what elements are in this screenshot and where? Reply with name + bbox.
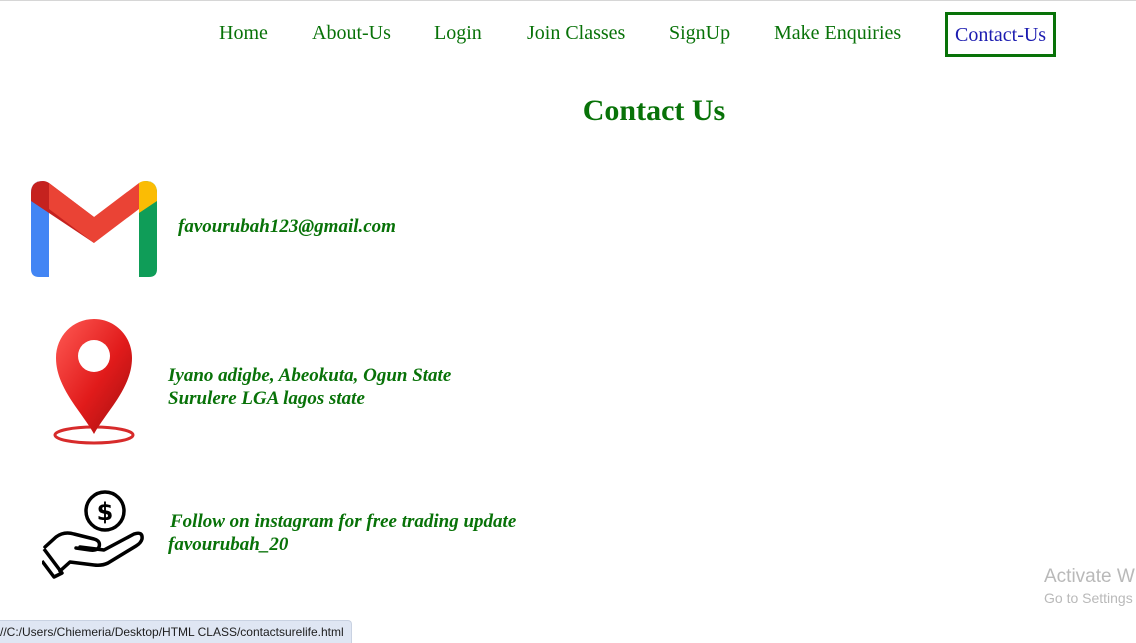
- contact-address-line2: Surulere LGA lagos state: [168, 388, 365, 409]
- gmail-icon: [31, 181, 157, 277]
- nav-about-us[interactable]: About-Us: [312, 21, 391, 45]
- svg-text:$: $: [97, 498, 114, 526]
- contact-email: favourubah123@gmail.com: [178, 216, 396, 237]
- nav-home[interactable]: Home: [219, 21, 268, 45]
- page-title: Contact Us: [582, 94, 726, 127]
- activation-watermark: Activate W Go to Settings: [1044, 565, 1135, 607]
- contact-address-line1: Iyano adigbe, Abeokuta, Ogun State: [168, 365, 452, 386]
- main-nav: Home About-Us Login Join Classes SignUp …: [0, 0, 1136, 64]
- status-bar-url: //C:/Users/Chiemeria/Desktop/HTML CLASS/…: [0, 620, 352, 643]
- location-pin-icon: [53, 319, 135, 445]
- contact-instagram-line1: Follow on instagram for free trading upd…: [170, 511, 517, 532]
- nav-login[interactable]: Login: [434, 21, 482, 45]
- money-hand-icon: $: [42, 490, 144, 579]
- nav-make-enquiries[interactable]: Make Enquiries: [774, 21, 901, 45]
- nav-signup[interactable]: SignUp: [669, 21, 730, 45]
- contact-instagram-handle[interactable]: favourubah_20: [168, 533, 288, 556]
- nav-join-classes[interactable]: Join Classes: [527, 21, 625, 45]
- watermark-subtitle: Go to Settings: [1044, 590, 1133, 606]
- watermark-title: Activate W: [1044, 566, 1135, 587]
- nav-contact-us[interactable]: Contact-Us: [945, 12, 1057, 57]
